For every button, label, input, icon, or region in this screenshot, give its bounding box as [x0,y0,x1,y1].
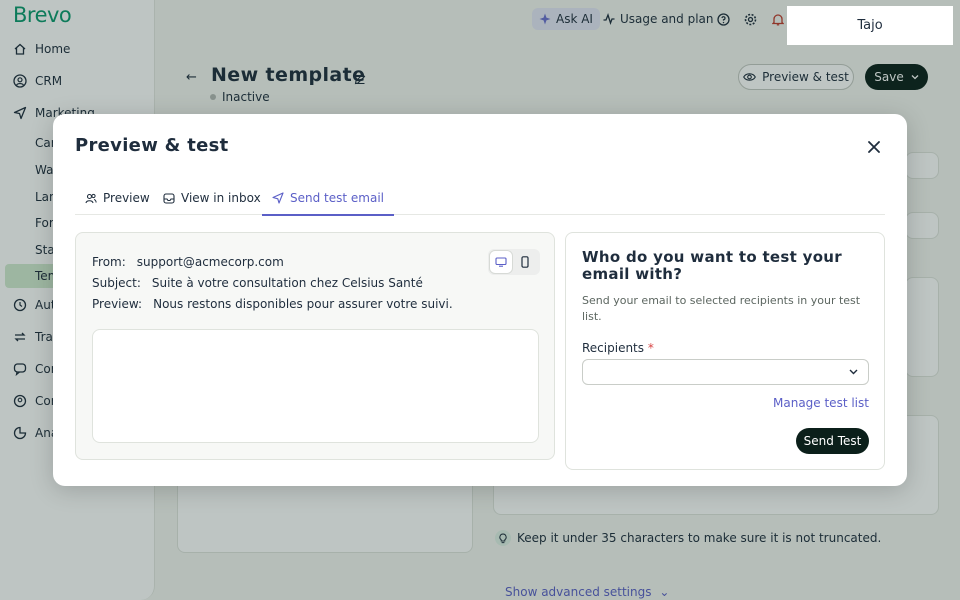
from-value: support@acmecorp.com [136,255,284,269]
preview-row: Preview: Nous restons disponibles pour a… [92,297,453,311]
send-test-card: Who do you want to test your email with?… [565,232,885,470]
send-test-description: Send your email to selected recipients i… [582,294,861,323]
email-preview-card: From: support@acmecorp.com Subject: Suit… [75,232,555,460]
users-icon [85,193,97,204]
desktop-view-button[interactable] [490,251,512,273]
recipients-label-text: Recipients [582,341,645,355]
close-icon[interactable] [865,138,883,156]
inbox-icon [163,192,175,204]
tab-send-test-email[interactable]: Send test email [262,181,394,216]
preview-and-test-dialog: Preview & test Preview View in inbox Sen… [53,114,907,486]
user-account-menu[interactable]: Tajo [787,6,953,45]
mobile-view-button[interactable] [514,251,536,273]
required-marker: * [647,341,654,355]
from-row: From: support@acmecorp.com [92,255,284,269]
tab-view-in-inbox[interactable]: View in inbox [153,181,271,215]
preview-label: Preview: [92,297,143,311]
tab-label: Send test email [290,190,384,205]
tab-label: View in inbox [181,191,261,205]
device-toggle [488,249,540,275]
subject-row: Subject: Suite à votre consultation chez… [92,276,423,290]
preview-value: Nous restons disponibles pour assurer vo… [153,297,453,311]
email-preview-frame [92,329,539,443]
recipients-select[interactable] [582,359,869,385]
dialog-title: Preview & test [75,135,229,156]
send-test-heading: Who do you want to test your email with? [582,248,842,283]
desktop-icon [495,257,507,267]
tab-label: Preview [103,191,150,205]
subject-value: Suite à votre consultation chez Celsius … [151,276,423,290]
from-label: From: [92,255,126,269]
chevron-down-icon [849,369,858,375]
dialog-tabs: Preview View in inbox Send test email [75,181,885,216]
send-test-button[interactable]: Send Test [796,428,869,454]
subject-label: Subject: [92,276,141,290]
manage-test-list-link[interactable]: Manage test list [773,396,869,410]
send-icon [272,191,284,204]
tab-preview[interactable]: Preview [75,181,160,215]
mobile-icon [521,256,529,268]
recipients-label: Recipients * [582,341,654,355]
